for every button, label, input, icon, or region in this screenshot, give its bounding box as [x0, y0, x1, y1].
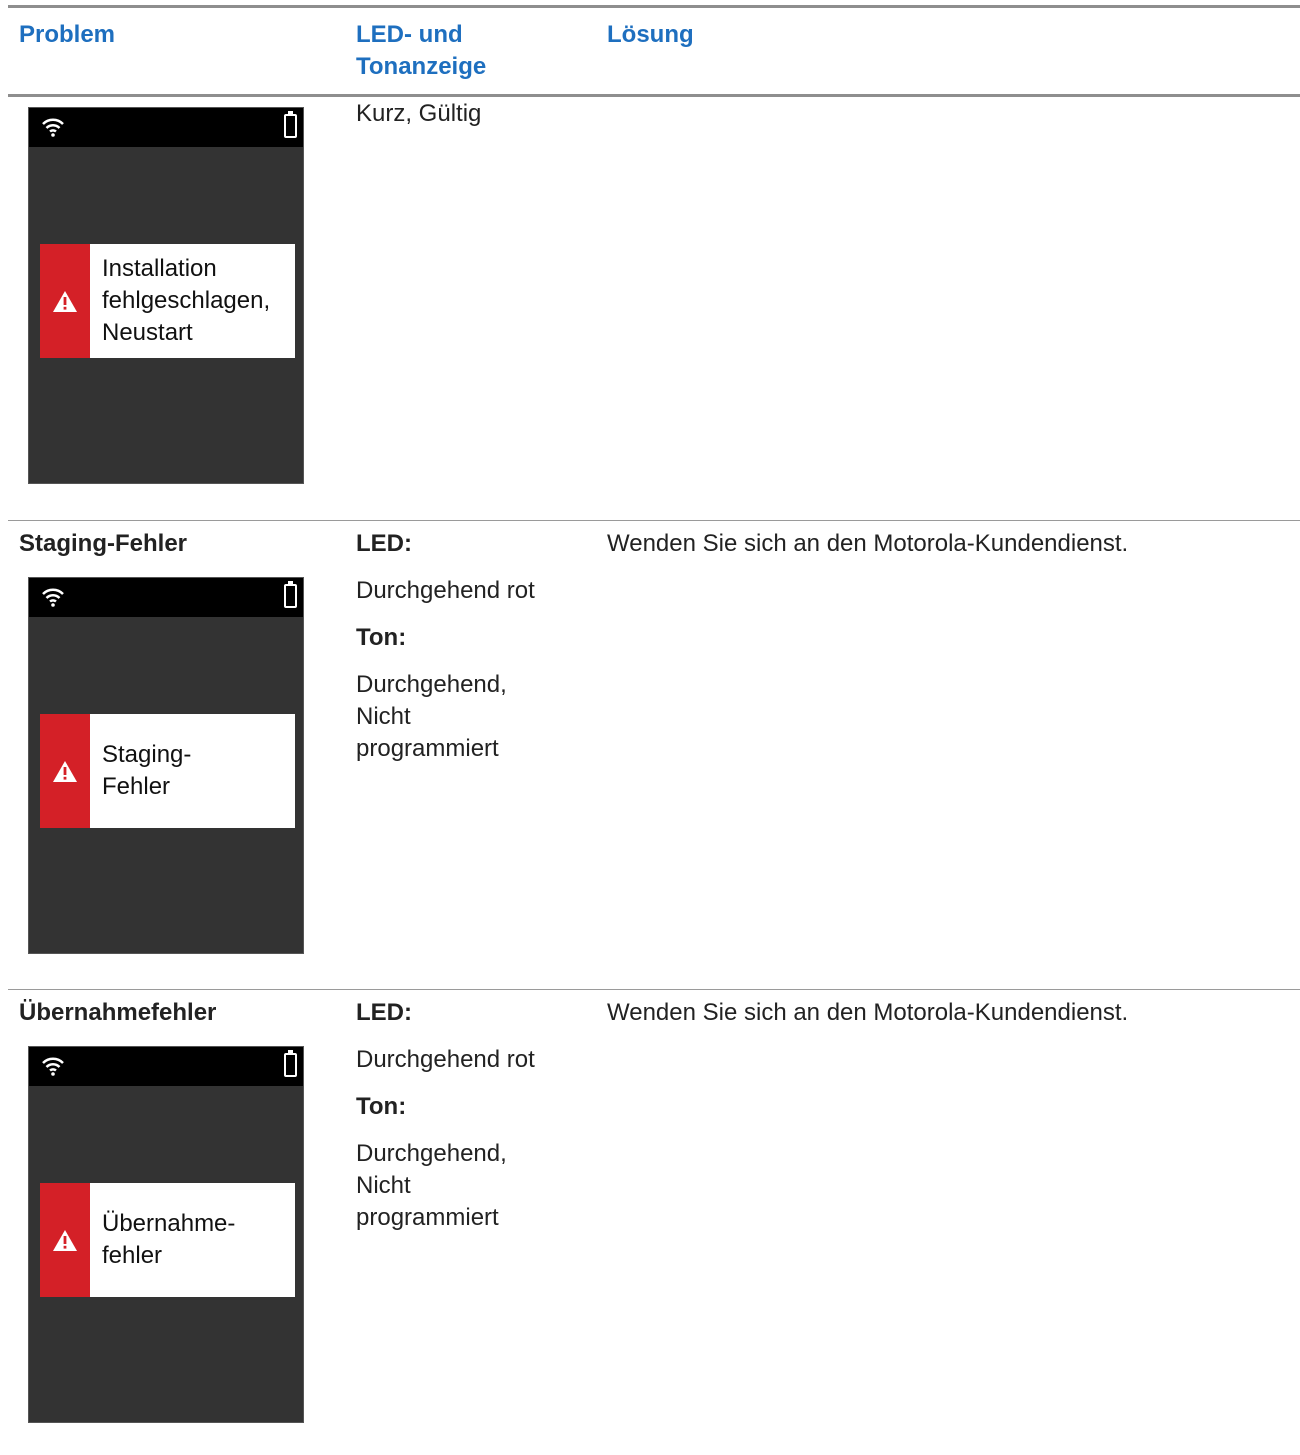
battery-icon: [284, 111, 297, 138]
alert-card: Staging-Fehler: [40, 714, 295, 828]
status-bar: [29, 1047, 303, 1086]
battery-icon: [284, 1050, 297, 1077]
header-problem: Problem: [19, 21, 116, 48]
led-label: LED:: [356, 530, 412, 557]
alert-card: Installation fehlgeschlagen, Neustart: [40, 244, 295, 358]
warning-icon: [53, 761, 77, 782]
alert-message: Staging-Fehler: [102, 741, 192, 800]
table-header: Problem LED- und Tonanzeige Lösung: [8, 5, 1300, 97]
tone-value: Durchgehend, Nicht programmiert: [356, 1140, 507, 1231]
troubleshooting-table: Problem LED- und Tonanzeige Lösung Insta…: [8, 0, 1300, 1423]
led-label: LED:: [356, 999, 412, 1026]
warning-icon: [53, 291, 77, 312]
header-indicator: LED- und Tonanzeige: [356, 21, 487, 80]
alert-card: Übernahme-fehler: [40, 1183, 295, 1297]
warning-icon: [53, 1230, 77, 1251]
indicator-text: Kurz, Gültig: [356, 100, 482, 127]
tone-label: Ton:: [356, 1093, 407, 1120]
table-row: Übernahmefehler Übernahme-fehler LED: Du…: [8, 989, 1300, 1455]
solution-text: Wenden Sie sich an den Motorola-Kundendi…: [607, 530, 1129, 557]
tone-value: Durchgehend, Nicht programmiert: [356, 671, 507, 762]
status-bar: [29, 108, 303, 147]
led-value: Durchgehend rot: [356, 577, 535, 604]
indicator-cell: LED: Durchgehend rot Ton: Durchgehend, N…: [356, 528, 586, 765]
solution-text: Wenden Sie sich an den Motorola-Kundendi…: [607, 999, 1129, 1026]
device-screen: Installation fehlgeschlagen, Neustart: [28, 107, 304, 484]
device-screen: Staging-Fehler: [28, 577, 304, 954]
device-screen: Übernahme-fehler: [28, 1046, 304, 1423]
led-value: Durchgehend rot: [356, 1046, 535, 1073]
battery-icon: [284, 581, 297, 608]
table-row: Installation fehlgeschlagen, Neustart Ku…: [8, 97, 1300, 520]
problem-title: Staging-Fehler: [19, 530, 188, 557]
alert-message: Übernahme-fehler: [102, 1210, 236, 1269]
alert-stripe: [40, 244, 90, 358]
wifi-icon: [42, 118, 64, 137]
problem-title: Übernahmefehler: [19, 999, 217, 1026]
wifi-icon: [42, 1057, 64, 1076]
tone-label: Ton:: [356, 624, 407, 651]
status-bar: [29, 578, 303, 617]
table-row: Staging-Fehler Staging-Fehler LED: Durch…: [8, 520, 1300, 990]
wifi-icon: [42, 588, 64, 607]
header-solution: Lösung: [607, 21, 694, 48]
alert-stripe: [40, 1183, 90, 1297]
alert-message: Installation fehlgeschlagen, Neustart: [102, 255, 271, 346]
indicator-cell: LED: Durchgehend rot Ton: Durchgehend, N…: [356, 997, 586, 1234]
alert-stripe: [40, 714, 90, 828]
